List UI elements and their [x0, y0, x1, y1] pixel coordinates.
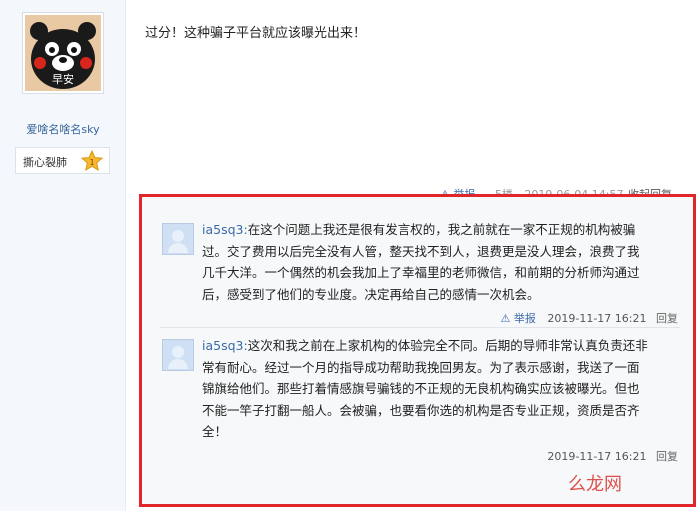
reply-item: ia5sq3:这次和我之前在上家机构的体验完全不同。后期的导师非常认真负责还非 … — [160, 335, 680, 465]
reply-text-line: 后，感受到了他们的专业度。决定再给自己的感情一次机会。 — [202, 286, 540, 302]
reply-text-line: 不能一竿子打翻一船人。会被骗，也要看你选的机构是否专业正规，资质是否齐 — [202, 402, 640, 418]
reply-item: ia5sq3:在这个问题上我还是很有发言权的，我之前就在一家不正规的机构被骗 过… — [160, 219, 680, 329]
reply-footer: 2019-11-17 16:21 回复 — [547, 448, 678, 464]
level-star-icon: 1 — [81, 150, 103, 172]
reply-avatar[interactable] — [162, 339, 194, 371]
reply-username[interactable]: ia5sq3: — [202, 222, 248, 237]
reply-avatar[interactable] — [162, 223, 194, 255]
rank-label: 撕心裂肺 — [23, 156, 67, 169]
reply-text-line: 在这个问题上我还是很有发言权的，我之前就在一家不正规的机构被骗 — [247, 222, 636, 237]
reply-text-line: 全！ — [202, 424, 228, 439]
reply-divider — [160, 327, 680, 328]
reply-button[interactable]: 回复 — [656, 450, 678, 463]
level-number: 1 — [89, 158, 94, 167]
reply-panel: ia5sq3:在这个问题上我还是很有发言权的，我之前就在一家不正规的机构被骗 过… — [139, 194, 696, 507]
reply-report-link[interactable]: ⚠ 举报 — [501, 312, 536, 325]
reply-text-line: 这次和我之前在上家机构的体验完全不同。后期的导师非常认真负责还非 — [247, 338, 648, 353]
post-content: 过分！这种骗子平台就应该曝光出来！ — [145, 26, 367, 41]
author-column: 早安 爱啥名啥名sky 撕心裂肺 1 — [0, 0, 126, 511]
author-name-link[interactable]: 爱啥名啥名sky — [0, 121, 126, 137]
reply-username[interactable]: ia5sq3: — [202, 338, 248, 353]
avatar-caption: 早安 — [52, 73, 74, 86]
post-page: 早安 爱啥名啥名sky 撕心裂肺 1 过分！这种骗子平台就应该曝光出来！ ⚠ 举… — [0, 0, 700, 511]
reply-body: ia5sq3:这次和我之前在上家机构的体验完全不同。后期的导师非常认真负责还非 … — [202, 335, 680, 443]
site-watermark: 么龙网 — [568, 474, 622, 495]
reply-text-line: 锦旗给他们。那些打着情感旗号骗钱的不正规的无良机构确实应该被曝光。但也 — [202, 381, 640, 396]
reply-button[interactable]: 回复 — [656, 312, 678, 325]
report-label: 举报 — [513, 312, 536, 325]
reply-text-line: 常有耐心。经过一个月的指导成功帮助我挽回男友。为了表示感谢，我送了一面 — [202, 359, 640, 375]
author-avatar-frame[interactable]: 早安 — [22, 12, 104, 94]
avatar: 早安 — [25, 15, 101, 91]
rank-badge: 撕心裂肺 1 — [15, 147, 110, 174]
reply-text-line: 过。交了费用以后完全没有人管，整天找不到人，退费更是没人理会，浪费了我 — [202, 243, 640, 259]
reply-body: ia5sq3:在这个问题上我还是很有发言权的，我之前就在一家不正规的机构被骗 过… — [202, 219, 680, 305]
reply-time: 2019-11-17 16:21 — [547, 312, 647, 325]
reply-footer: ⚠ 举报 2019-11-17 16:21 回复 — [501, 310, 678, 326]
reply-time: 2019-11-17 16:21 — [547, 450, 647, 463]
reply-text-line: 几千大洋。一个偶然的机会我加上了幸福里的老师微信，和前期的分析师沟通过 — [202, 265, 640, 280]
